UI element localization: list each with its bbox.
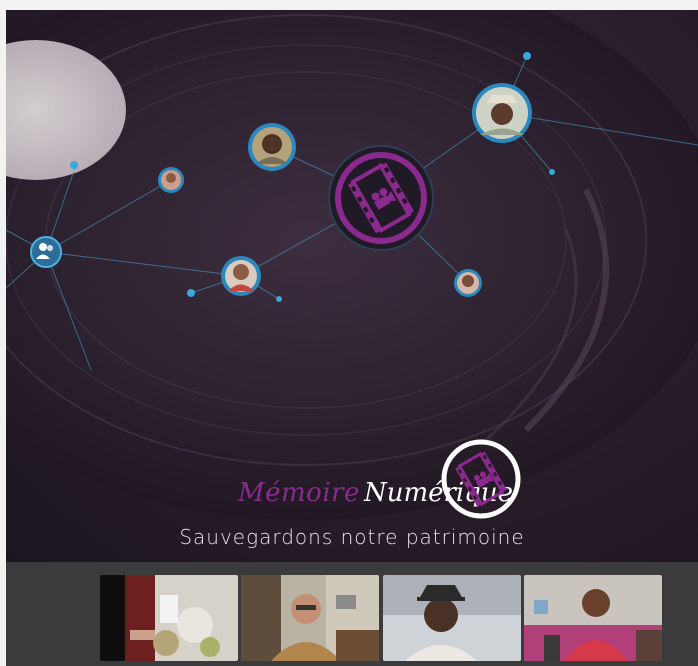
portrait-node[interactable]	[158, 167, 184, 193]
video-thumbnail-strip	[6, 562, 698, 666]
page-frame: Mémoire Numérique Sauvegardons notre pat…	[6, 10, 698, 666]
portrait-node[interactable]	[248, 123, 296, 171]
hero-banner: Mémoire Numérique Sauvegardons notre pat…	[6, 10, 698, 562]
video-thumbnail[interactable]	[241, 575, 379, 661]
video-thumbnail[interactable]	[383, 575, 521, 661]
tagline: Sauvegardons notre patrimoine	[179, 525, 525, 549]
portrait-node[interactable]	[472, 83, 532, 143]
portrait-node[interactable]	[221, 256, 261, 296]
network-hub[interactable]	[328, 145, 434, 251]
brand-word-memoire: Mémoire	[238, 478, 360, 508]
video-thumbnail[interactable]	[100, 575, 238, 661]
film-camera-icon	[438, 436, 524, 522]
video-thumbnail[interactable]	[524, 575, 662, 661]
group-node[interactable]	[30, 236, 62, 268]
portrait-node[interactable]	[454, 269, 482, 297]
